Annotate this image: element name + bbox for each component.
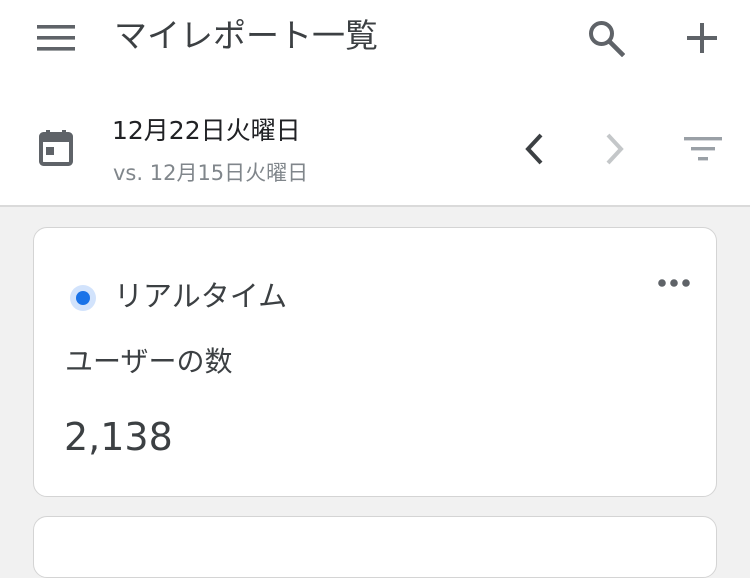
- previous-date-button[interactable]: [512, 126, 556, 172]
- calendar-button[interactable]: [32, 124, 80, 172]
- metric-label: ユーザーの数: [65, 345, 233, 378]
- filter-icon: [684, 137, 722, 161]
- more-options-button[interactable]: [652, 266, 696, 300]
- chevron-left-icon: [525, 133, 543, 165]
- menu-button[interactable]: [32, 18, 80, 58]
- chevron-right-icon: [606, 133, 624, 165]
- card-title: リアルタイム: [114, 279, 288, 313]
- menu-icon: [37, 25, 75, 51]
- current-date[interactable]: 12月22日火曜日: [112, 114, 301, 148]
- realtime-card[interactable]: リアルタイム ユーザーの数 2,138: [33, 227, 717, 497]
- page-title: マイレポート一覧: [114, 16, 378, 55]
- add-button[interactable]: [678, 14, 726, 62]
- next-date-button[interactable]: [593, 126, 637, 172]
- realtime-indicator-icon: [70, 285, 96, 311]
- calendar-icon: [39, 130, 73, 166]
- next-card[interactable]: [33, 516, 717, 578]
- filter-button[interactable]: [677, 126, 729, 172]
- top-app-bar: マイレポート一覧 12月22日火曜日 vs. 12月15日火曜日: [0, 0, 750, 207]
- more-horiz-icon: [658, 279, 690, 287]
- plus-icon: [687, 23, 717, 53]
- metric-value: 2,138: [64, 415, 173, 459]
- search-icon: [589, 21, 625, 57]
- search-button[interactable]: [582, 14, 630, 62]
- compare-date: vs. 12月15日火曜日: [113, 161, 309, 185]
